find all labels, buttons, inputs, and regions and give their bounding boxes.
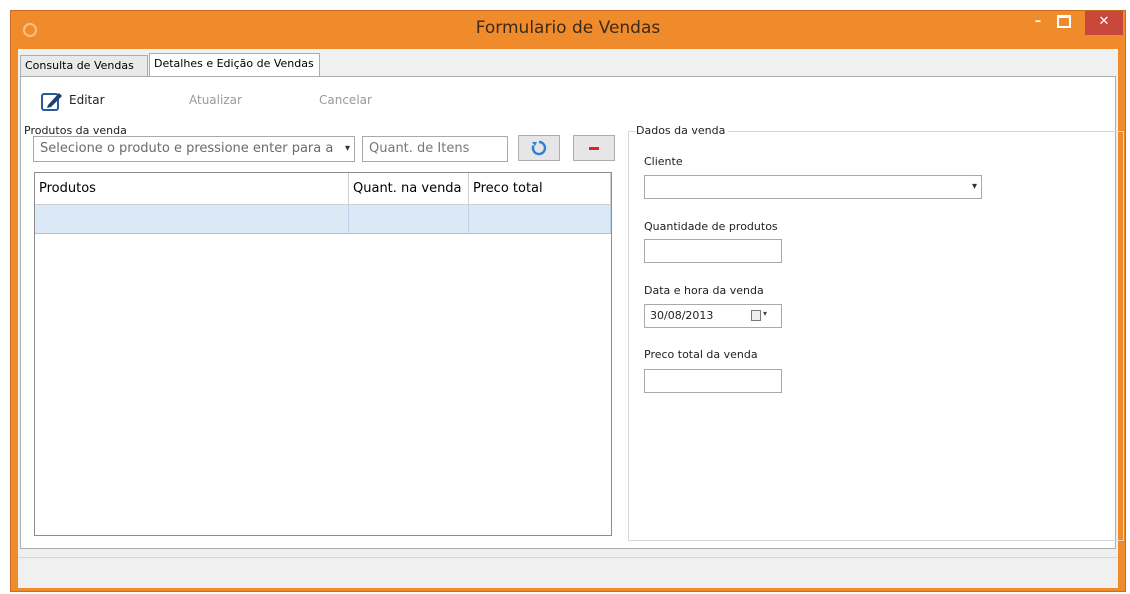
total-price-label: Preco total da venda	[644, 348, 758, 361]
column-header-quant[interactable]: Quant. na venda	[349, 173, 469, 205]
calendar-icon[interactable]: ▾	[751, 309, 771, 323]
minimize-icon: –	[1034, 14, 1042, 29]
edit-button[interactable]: Editar	[41, 85, 105, 115]
edit-label: Editar	[69, 93, 105, 107]
maximize-button[interactable]	[1051, 11, 1077, 35]
table-cell[interactable]	[35, 205, 349, 233]
client-label: Cliente	[644, 155, 683, 168]
refresh-button[interactable]	[518, 135, 560, 161]
cancel-button[interactable]: Cancelar	[319, 85, 372, 115]
sale-data-label: Dados da venda	[636, 124, 729, 137]
table-cell[interactable]	[349, 205, 469, 233]
edit-icon	[41, 92, 62, 111]
quantity-items-placeholder: Quant. de Itens	[369, 141, 470, 156]
chevron-down-icon: ▾	[344, 143, 350, 154]
refresh-icon	[531, 140, 547, 156]
remove-item-button[interactable]	[573, 135, 615, 161]
close-button[interactable]: ✕	[1085, 11, 1123, 35]
quantity-items-input[interactable]: Quant. de Itens	[362, 136, 508, 162]
product-select-text: Selecione o produto e pressione enter pa…	[40, 141, 334, 156]
table-row[interactable]	[35, 205, 611, 234]
datetime-value: 30/08/2013	[650, 309, 714, 322]
tab-detalhes-edicao[interactable]: Detalhes e Edição de Vendas	[149, 53, 320, 77]
minus-icon	[589, 147, 599, 150]
total-price-field[interactable]	[644, 369, 782, 393]
maximize-icon	[1057, 15, 1071, 28]
column-header-produtos[interactable]: Produtos	[35, 173, 349, 205]
column-header-preco[interactable]: Preco total	[469, 173, 611, 205]
minimize-button[interactable]: –	[1025, 11, 1051, 35]
table-cell[interactable]	[469, 205, 611, 233]
product-select[interactable]: Selecione o produto e pressione enter pa…	[33, 136, 355, 162]
tab-consulta-vendas[interactable]: Consulta de Vendas	[20, 55, 148, 76]
status-bar	[18, 557, 1118, 588]
update-button[interactable]: Atualizar	[189, 85, 242, 115]
products-grid[interactable]: Produtos Quant. na venda Preco total	[34, 172, 612, 536]
tab-strip: Consulta de Vendas Detalhes e Edição de …	[18, 53, 1118, 77]
window-title: Formulario de Vendas	[475, 18, 661, 38]
quantity-products-label: Quantidade de produtos	[644, 220, 778, 233]
client-select[interactable]: ▾	[644, 175, 982, 199]
datetime-picker[interactable]: 30/08/2013 ▾	[644, 304, 782, 328]
chevron-down-icon: ▾	[971, 181, 977, 192]
close-icon: ✕	[1098, 14, 1110, 29]
title-bar[interactable]: Formulario de Vendas – ✕	[11, 11, 1125, 49]
quantity-products-field[interactable]	[644, 239, 782, 263]
datetime-label: Data e hora da venda	[644, 284, 764, 297]
